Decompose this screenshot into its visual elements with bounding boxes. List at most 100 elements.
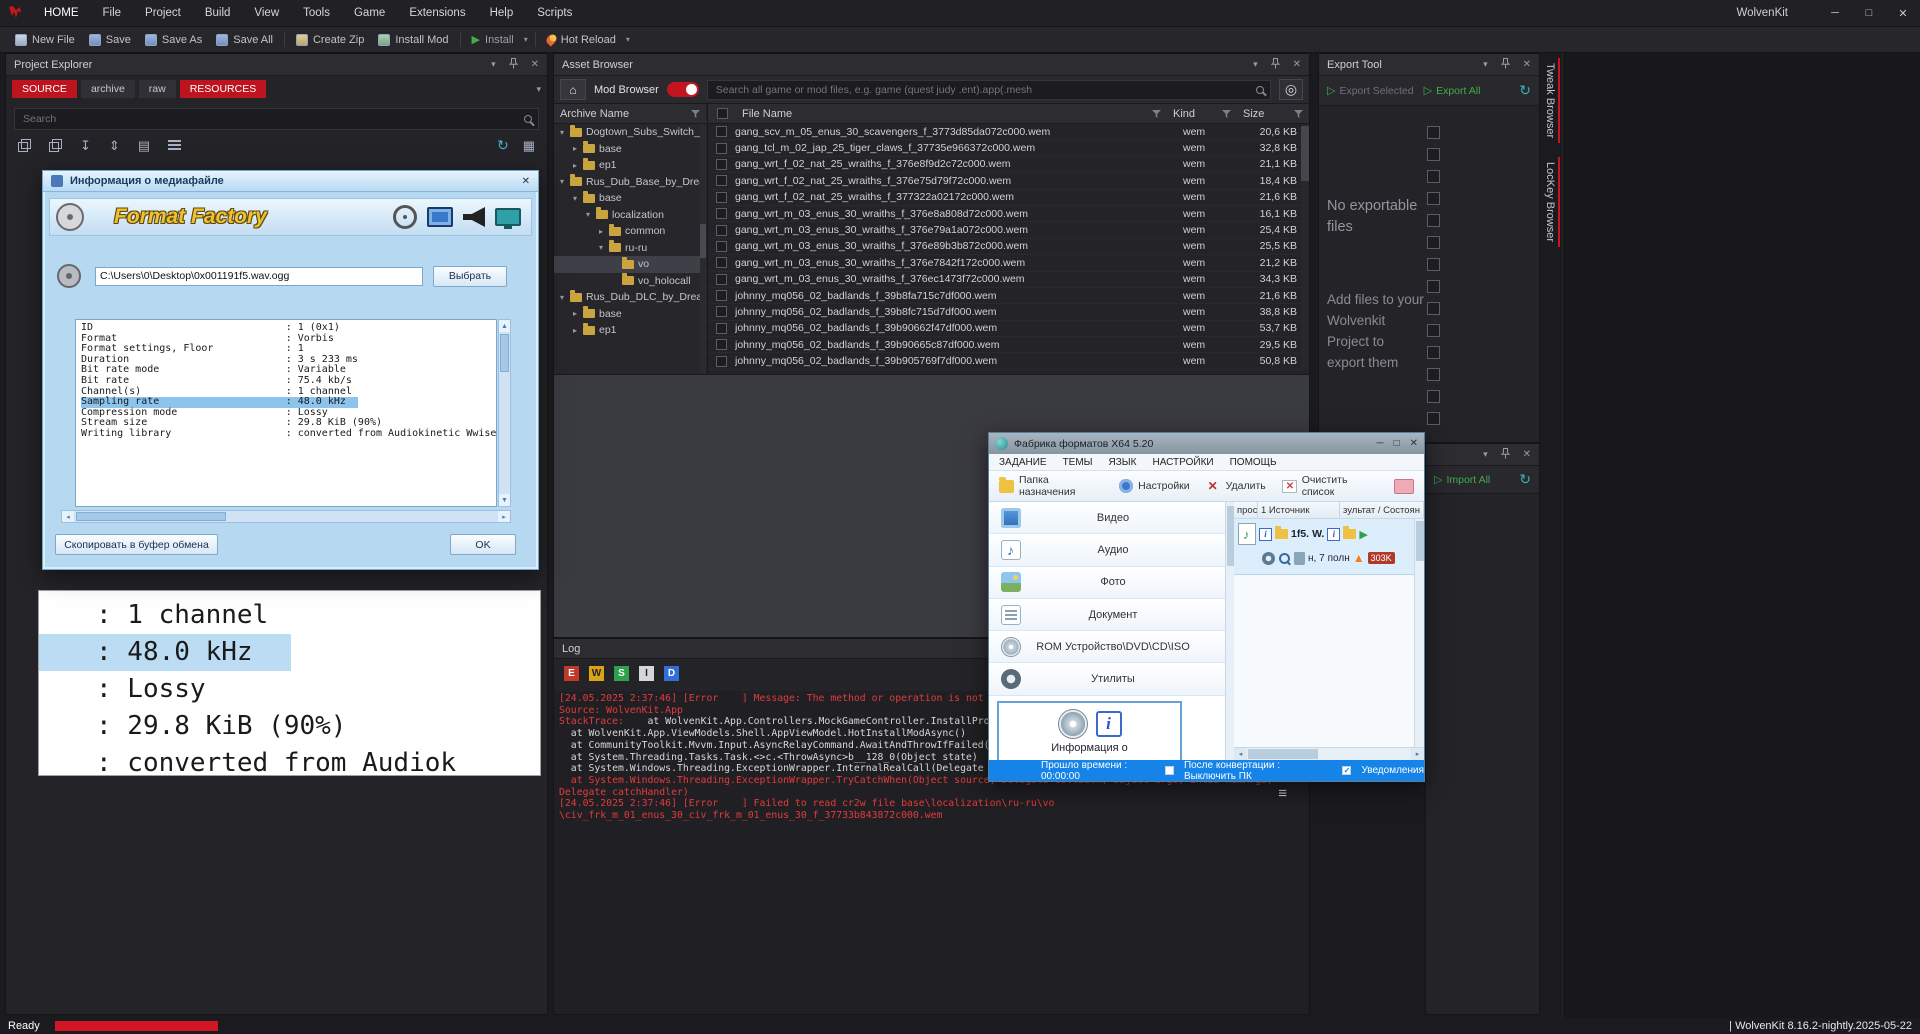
tree-node[interactable]: ▸ ep1 <box>554 322 706 339</box>
asset-search-input[interactable] <box>714 83 1256 97</box>
log-menu-icon[interactable]: ≡ <box>1278 785 1287 802</box>
ff-menu-item-2[interactable]: ЯЗЫК <box>1109 457 1137 468</box>
file-row[interactable]: johnny_mq056_02_badlands_f_39b8fa715c7df… <box>708 288 1309 304</box>
close-icon[interactable]: ✕ <box>1523 449 1531 460</box>
refresh-icon[interactable]: ↻ <box>1519 471 1531 488</box>
collapse-to-file-icon[interactable]: ↧ <box>80 139 91 152</box>
pe-tab-source[interactable]: SOURCE <box>12 80 77 98</box>
scroll-left-icon[interactable]: ◂ <box>62 511 74 522</box>
file-row[interactable]: gang_scv_m_05_enus_30_scavengers_f_3773d… <box>708 124 1309 140</box>
log-filter-D[interactable]: D <box>664 666 679 681</box>
expander-icon[interactable]: ▾ <box>560 128 570 137</box>
tree-node[interactable]: ▾ localization <box>554 207 706 224</box>
export-row-checkbox[interactable] <box>1427 126 1440 139</box>
save-all-button[interactable]: Save All <box>209 29 280 51</box>
archive-tree-header[interactable]: Archive Name <box>554 104 706 124</box>
ff-titlebar[interactable]: Фабрика форматов X64 5.20 ─ □ ✕ <box>989 433 1424 454</box>
gear-icon[interactable] <box>1262 552 1275 565</box>
tree-node[interactable]: ▸ ep1 <box>554 157 706 174</box>
column-header-kind[interactable]: Kind <box>1167 108 1237 120</box>
close-button[interactable]: ✕ <box>1886 7 1920 20</box>
info-icon[interactable]: i <box>1327 528 1340 541</box>
menu-item-game[interactable]: Game <box>342 0 397 26</box>
expander-icon[interactable]: ▾ <box>599 243 609 252</box>
ff-category-4[interactable]: ROM Устройство\DVD\CD\ISO <box>989 631 1225 663</box>
tab-lockey-browser[interactable]: LocKey Browser <box>1542 157 1560 247</box>
ff-table-hscrollbar[interactable]: ◂ ▸ <box>1234 747 1424 760</box>
row-checkbox[interactable] <box>716 257 727 268</box>
ff-media-info-tool[interactable]: i Информация о <box>997 701 1182 760</box>
row-checkbox[interactable] <box>716 192 727 203</box>
ff-menu-item-4[interactable]: ПОМОЩЬ <box>1230 457 1277 468</box>
close-button[interactable]: ✕ <box>1410 438 1418 449</box>
create-zip-button[interactable]: Create Zip <box>289 29 371 51</box>
expander-icon[interactable]: ▾ <box>573 194 583 203</box>
log-filter-W[interactable]: W <box>589 666 604 681</box>
tree-node[interactable]: vo <box>554 256 706 273</box>
scroll-thumb[interactable] <box>500 334 509 372</box>
chevron-down-icon[interactable]: ▾ <box>1483 59 1488 70</box>
expander-icon[interactable]: ▸ <box>573 144 583 153</box>
ff-sidebar-scrollbar[interactable] <box>1225 502 1234 760</box>
pe-tab-archive[interactable]: archive <box>81 80 135 98</box>
row-checkbox[interactable] <box>716 126 727 137</box>
dialog-titlebar[interactable]: Информация о медиафайле ✕ <box>43 171 538 192</box>
tree-node[interactable]: ▸ common <box>554 223 706 240</box>
file-row[interactable]: gang_wrt_m_03_enus_30_wraiths_f_376e8a80… <box>708 206 1309 222</box>
notifications-checkbox[interactable]: ✓ <box>1342 766 1351 775</box>
file-row[interactable]: johnny_mq056_02_badlands_f_39b90665c87df… <box>708 337 1309 353</box>
shutdown-checkbox[interactable] <box>1165 766 1174 775</box>
log-filter-E[interactable]: E <box>564 666 579 681</box>
ff-category-0[interactable]: Видео <box>989 502 1225 534</box>
tree-node[interactable]: vo_holocall <box>554 273 706 290</box>
select-all-checkbox[interactable] <box>717 108 728 119</box>
pin-icon[interactable] <box>1271 58 1280 72</box>
expander-icon[interactable]: ▸ <box>599 227 609 236</box>
export-row-checkbox[interactable] <box>1427 170 1440 183</box>
export-selected-button[interactable]: ▷Export Selected <box>1327 84 1414 97</box>
refresh-icon[interactable]: ↻ <box>497 138 509 152</box>
chevron-down-icon[interactable]: ▾ <box>1253 59 1258 70</box>
hot-reload-button[interactable]: Hot Reload <box>540 29 623 51</box>
pe-tab-raw[interactable]: raw <box>139 80 176 98</box>
row-checkbox[interactable] <box>716 306 727 317</box>
column-header-size[interactable]: Size <box>1237 108 1309 120</box>
list-view-icon[interactable] <box>168 140 181 150</box>
scroll-thumb[interactable] <box>76 512 226 521</box>
chevron-down-icon[interactable]: ▾ <box>1483 449 1488 460</box>
log-filter-S[interactable]: S <box>614 666 629 681</box>
ff-category-3[interactable]: Документ <box>989 599 1225 631</box>
project-search-input[interactable] <box>21 112 524 126</box>
row-checkbox[interactable] <box>716 225 727 236</box>
ff-toolbar-button-1[interactable]: Настройки <box>1119 479 1190 493</box>
browse-button[interactable]: Выбрать <box>433 266 507 287</box>
ff-category-2[interactable]: Фото <box>989 567 1225 599</box>
file-row[interactable]: johnny_mq056_02_badlands_f_39b90662f47df… <box>708 321 1309 337</box>
log-filter-I[interactable]: I <box>639 666 654 681</box>
ff-toolbar-button-0[interactable]: Папка назначения <box>999 474 1103 498</box>
folder-icon[interactable] <box>1343 529 1356 539</box>
file-row[interactable]: johnny_mq056_02_badlands_f_39b905769f7df… <box>708 353 1309 369</box>
export-row-checkbox[interactable] <box>1427 148 1440 161</box>
export-row-checkbox[interactable] <box>1427 324 1440 337</box>
menu-item-home[interactable]: HOME <box>32 0 91 26</box>
export-row-checkbox[interactable] <box>1427 390 1440 403</box>
filter-icon[interactable] <box>691 110 700 118</box>
ff-column-header-1[interactable]: 1 Источник <box>1258 502 1340 518</box>
export-row-checkbox[interactable] <box>1427 214 1440 227</box>
pe-tab-resources[interactable]: RESOURCES <box>180 80 267 98</box>
close-icon[interactable]: ✕ <box>1523 59 1531 70</box>
close-icon[interactable]: ✕ <box>1293 59 1301 70</box>
close-icon[interactable]: ✕ <box>531 59 539 70</box>
add-file-icon[interactable]: ▤ <box>138 139 150 152</box>
row-checkbox[interactable] <box>716 208 727 219</box>
info-icon[interactable]: i <box>1259 528 1272 541</box>
pin-icon[interactable] <box>1501 58 1510 72</box>
save-as-button[interactable]: Save As <box>138 29 209 51</box>
ok-button[interactable]: OK <box>450 534 516 555</box>
menu-item-build[interactable]: Build <box>193 0 243 26</box>
expander-icon[interactable]: ▸ <box>573 309 583 318</box>
minimize-button[interactable]: ─ <box>1376 438 1383 449</box>
row-checkbox[interactable] <box>716 274 727 285</box>
install-mod-button[interactable]: Install Mod <box>371 29 455 51</box>
